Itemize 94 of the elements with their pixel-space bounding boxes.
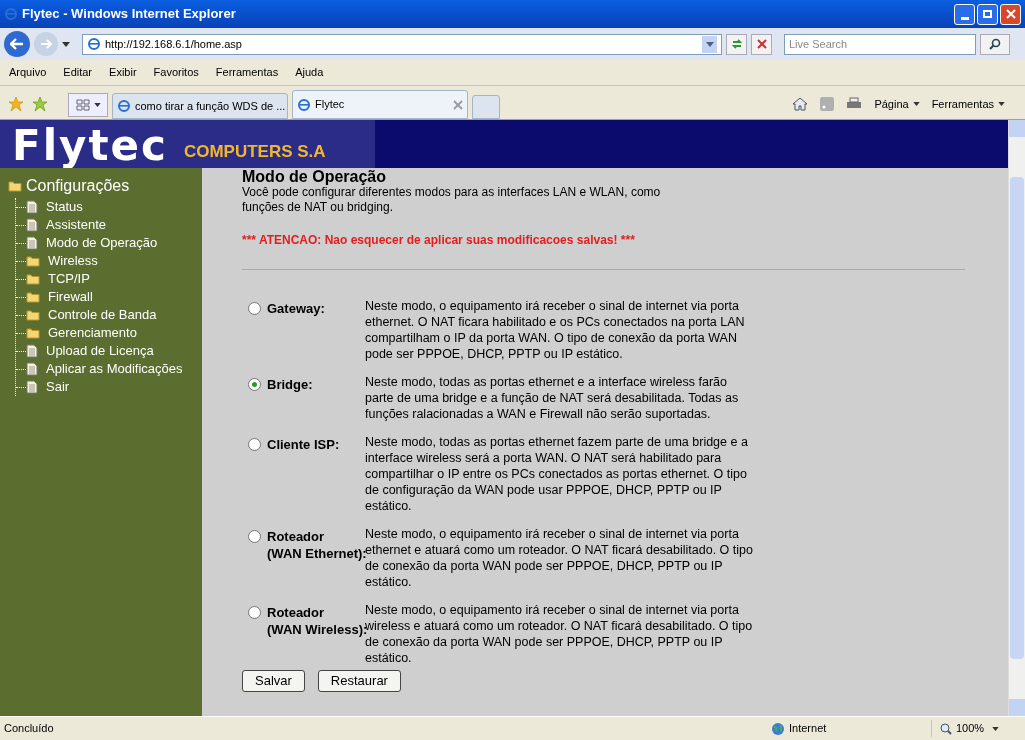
logo-text: Flytec: [12, 124, 168, 168]
folder-icon: [26, 309, 40, 321]
mode-label: Gateway:: [267, 300, 325, 317]
command-button[interactable]: Página: [874, 95, 920, 113]
document-icon: [26, 362, 38, 376]
back-button[interactable]: [4, 31, 30, 57]
radio-button[interactable]: [248, 530, 261, 543]
stop-icon: [756, 39, 767, 49]
radio-button[interactable]: [248, 302, 261, 315]
zone-text: Internet: [789, 721, 827, 737]
close-tab-icon[interactable]: [453, 99, 463, 110]
zoom-level[interactable]: 100%: [956, 720, 1000, 737]
intro-text: Você pode configurar diferentes modos para as interfaces LAN e WLAN, como funções de NAT ou bridging.: [242, 185, 662, 215]
form-button[interactable]: Restaurar: [317, 670, 401, 692]
tree-item[interactable]: Status: [46, 197, 83, 217]
folder-icon: [8, 180, 22, 192]
tree-item[interactable]: Modo de Operação: [46, 233, 158, 253]
right-arrow-icon: [40, 39, 52, 49]
browser-icon: [4, 7, 18, 21]
address-field[interactable]: http://192.168.6.1/home.asp: [82, 33, 722, 55]
printer-icon[interactable]: [846, 97, 863, 111]
left-arrow-icon: [10, 38, 24, 50]
star-icon[interactable]: [8, 96, 24, 112]
home-icon[interactable]: [792, 97, 809, 111]
folder-icon: [26, 327, 40, 339]
mode-label: Roteador (WAN Ethernet):: [267, 528, 367, 561]
document-icon: [26, 218, 38, 232]
stop-button[interactable]: [751, 33, 772, 55]
tree-item[interactable]: Gerenciamento: [48, 323, 137, 343]
grid-icon: [75, 99, 90, 111]
page-icon: [117, 99, 131, 113]
browser-tab[interactable]: Flytec: [292, 90, 468, 119]
radio-button[interactable]: [248, 378, 261, 391]
warning-text: *** ATENCAO: Nao esquecer de aplicar suas modificacoes salvas! ***: [242, 232, 636, 249]
maximize-button[interactable]: [977, 3, 998, 25]
close-icon: [1005, 9, 1016, 19]
page-icon: [297, 97, 311, 112]
tree-item[interactable]: Controle de Banda: [48, 305, 157, 325]
tree-item[interactable]: Firewall: [48, 287, 93, 307]
document-icon: [26, 344, 38, 358]
globe-icon: [771, 721, 785, 736]
minimize-button[interactable]: [954, 3, 975, 25]
mode-description: Neste modo, o equipamento irá receber o sinal de internet via porta ethernet. O NAT ficara habilitado e os PCs conectados na porta LAN compartilham o IP da porta WAN. O tipo de conexão da porta WAN pode ser PPPOE, DHCP, PPTP ou IP estático.: [365, 298, 746, 362]
window-title: Flytec - Windows Internet Explorer: [22, 5, 236, 24]
caret-icon: [912, 102, 920, 106]
caret-icon: [992, 726, 1000, 731]
scrollbar[interactable]: [1008, 120, 1025, 716]
tree-item[interactable]: Assistente: [46, 215, 106, 235]
tree-item[interactable]: TCP/IP: [48, 269, 90, 289]
menu-item[interactable]: Exibir: [109, 64, 137, 81]
refresh-icon: [730, 38, 743, 50]
menu-item[interactable]: Ajuda: [295, 64, 324, 81]
mode-description: Neste modo, todas as portas ethernet e a interface wireless farão parte de uma bridge e a função de NAT será desabilitada. Todas as funções ralacionadas a WAN e Firewall não serão suportadas.: [365, 374, 740, 422]
document-icon: [26, 200, 38, 214]
form-button[interactable]: Salvar: [242, 670, 305, 692]
tree-item[interactable]: Sair: [46, 377, 70, 397]
quick-tabs-button[interactable]: [68, 93, 108, 117]
browser-tab[interactable]: como tirar a função WDS de ...: [112, 93, 288, 119]
menu-item[interactable]: Arquivo: [9, 64, 47, 81]
page-title: Modo de Operação: [242, 168, 388, 185]
search-field[interactable]: Live Search: [784, 33, 976, 55]
zoom-icon[interactable]: [940, 722, 952, 735]
mode-description: Neste modo, o equipamento irá receber o sinal de internet via porta ethernet e atuará como um roteador. O NAT ficará desabilitado. O tipo de conexão da porta WAN pode ser PPPOE, DHCP, PPTP ou IP estático.: [365, 526, 754, 590]
caret-icon: [998, 102, 1005, 106]
add-favorite-icon[interactable]: [32, 96, 48, 112]
status-text: Concluído: [4, 721, 54, 737]
tree-item[interactable]: Wireless: [48, 251, 98, 271]
folder-icon: [26, 273, 40, 285]
close-button[interactable]: [1000, 3, 1021, 25]
caret-icon: [93, 103, 101, 107]
logo-subtitle: COMPUTERS S.A: [183, 140, 326, 163]
folder-icon: [26, 291, 40, 303]
tree-item[interactable]: Aplicar as Modificações: [46, 359, 183, 379]
document-icon: [26, 380, 38, 394]
tree-item[interactable]: Upload de Licença: [46, 341, 154, 361]
menu-item[interactable]: Ferramentas: [215, 64, 279, 81]
radio-button[interactable]: [248, 438, 261, 451]
search-button[interactable]: [980, 33, 1010, 55]
refresh-button[interactable]: [726, 33, 747, 55]
caret-icon[interactable]: [62, 41, 70, 47]
document-icon: [26, 236, 38, 250]
mode-label: Cliente ISP:: [267, 436, 340, 453]
radio-button[interactable]: [248, 606, 261, 619]
search-icon: [989, 38, 1001, 50]
dropdown-icon[interactable]: [702, 35, 717, 53]
mode-description: Neste modo, o equipamento irá receber o sinal de internet via porta wireless e atuará como um roteador. O NAT ficará desabilitado. O tipo de conexão da porta WAN pode ser PPPOE, DHCP, PPTP ou IP estático.: [365, 602, 754, 666]
mode-label: Bridge:: [267, 376, 313, 393]
command-button[interactable]: Ferramentas: [931, 95, 1005, 113]
menu-item[interactable]: Editar: [63, 64, 93, 81]
menu-item[interactable]: Favoritos: [153, 64, 199, 81]
page-icon: [87, 37, 101, 51]
mode-description: Neste modo, todas as portas ethernet fazem parte de uma bridge e a interface wireless será a porta WAN. O NAT será habilitado para compartilhar o IP entre os PCs conectados as portas ethernet. O tipo de configuração da WAN pode usar PPPOE, DHCP, PPTP ou IP estático.: [365, 434, 749, 514]
tree-root[interactable]: Configurações: [26, 174, 130, 198]
folder-icon: [26, 255, 40, 267]
